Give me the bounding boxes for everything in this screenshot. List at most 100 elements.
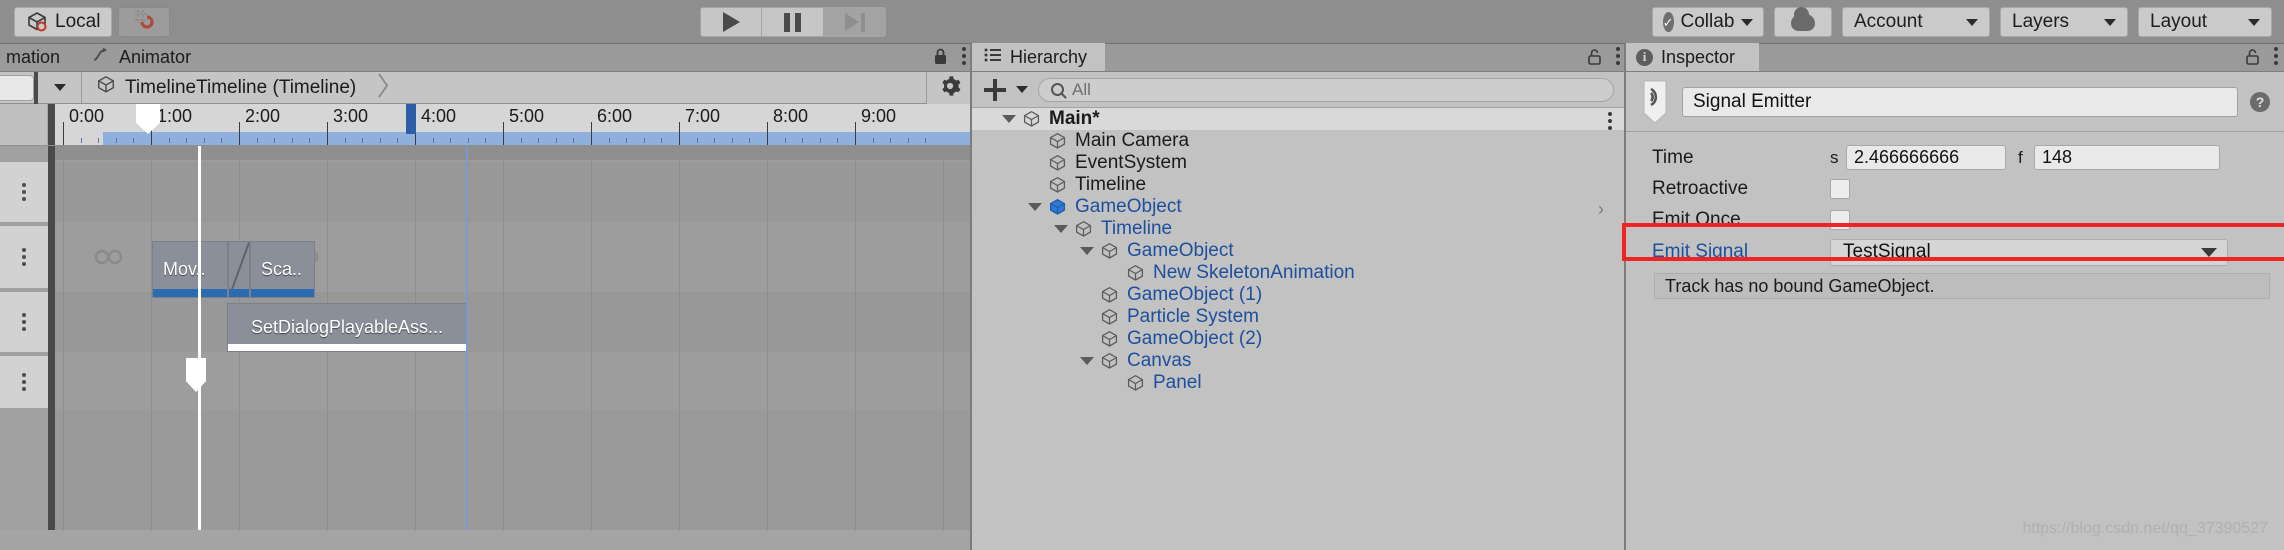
ruler-minor-tick bbox=[731, 138, 733, 143]
ruler-minor-tick bbox=[555, 138, 557, 143]
hierarchy-row[interactable]: Main Camera bbox=[972, 130, 1626, 152]
play-button[interactable] bbox=[700, 7, 762, 37]
inspector-tabbar: i Inspector bbox=[1626, 43, 2284, 72]
hierarchy-row[interactable]: EventSystem bbox=[972, 152, 1626, 174]
playhead-handle[interactable] bbox=[136, 104, 160, 134]
panel-menu-icon[interactable] bbox=[2274, 47, 2278, 65]
breadcrumb-timeline-asset[interactable]: TimelineTimeline (Timeline) bbox=[82, 75, 356, 101]
hierarchy-row[interactable]: Panel bbox=[972, 372, 1626, 394]
track-header[interactable] bbox=[0, 292, 48, 352]
row-menu-icon[interactable] bbox=[1608, 112, 1612, 130]
hierarchy-row[interactable]: Timeline bbox=[972, 174, 1626, 196]
emit-signal-label[interactable]: Emit Signal bbox=[1626, 241, 1830, 263]
hierarchy-row-label: GameObject bbox=[1127, 240, 1234, 261]
hierarchy-tree[interactable]: Main* Main Camera EventSystem Timeline GameO… bbox=[972, 108, 1626, 550]
timeline-ruler[interactable]: 0:00 1:00 2:00 3:00 4:00 5:00 6:00 7:00 8:00 9:00 bbox=[0, 104, 972, 146]
expand-arrow-icon[interactable] bbox=[1080, 247, 1094, 255]
hierarchy-search-input[interactable]: All bbox=[1038, 77, 1614, 102]
timeline-settings-button[interactable] bbox=[926, 72, 972, 104]
time-seconds-input[interactable]: 2.466666666 bbox=[1846, 145, 2006, 170]
ruler-tick-label: 0:00 bbox=[69, 106, 105, 126]
track-rows: Mov.. Sca.. SetDialogPlayableAss... bbox=[55, 146, 972, 530]
hierarchy-row[interactable]: GameObject (1) bbox=[972, 284, 1626, 306]
time-label: Time bbox=[1652, 146, 1694, 168]
timeline-selector-dropdown[interactable] bbox=[38, 71, 82, 104]
track-header[interactable] bbox=[0, 356, 48, 408]
tab-hierarchy[interactable]: Hierarchy bbox=[972, 43, 1106, 71]
lock-icon[interactable] bbox=[2245, 48, 2260, 65]
track-header[interactable] bbox=[0, 226, 48, 288]
layout-button[interactable]: Layout bbox=[2138, 7, 2272, 37]
timeline-clip[interactable]: SetDialogPlayableAss... bbox=[227, 303, 467, 352]
chevron-down-icon[interactable] bbox=[1016, 86, 1028, 93]
account-button[interactable]: Account bbox=[1842, 7, 1990, 37]
tab-inspector[interactable]: i Inspector bbox=[1626, 43, 1760, 71]
help-icon[interactable]: ? bbox=[2250, 91, 2270, 112]
hierarchy-row[interactable]: Particle System bbox=[972, 306, 1626, 328]
expand-arrow-icon[interactable] bbox=[1028, 203, 1042, 211]
ruler-tick-label: 9:00 bbox=[861, 106, 897, 126]
gameobject-icon bbox=[1126, 264, 1145, 283]
pivot-rotation-button[interactable]: Local bbox=[14, 6, 113, 37]
layers-button[interactable]: Layers bbox=[2000, 7, 2128, 37]
timeline-breadcrumb: TimelineTimeline (Timeline) bbox=[0, 71, 972, 104]
ruler-tick-label: 7:00 bbox=[685, 106, 721, 126]
lock-icon[interactable] bbox=[1587, 48, 1602, 65]
ruler-major-tick bbox=[591, 122, 592, 145]
hierarchy-row[interactable]: Canvas bbox=[972, 350, 1626, 372]
retroactive-checkbox[interactable] bbox=[1830, 178, 1850, 199]
timeline-panel: mation Animator TimelineTimeline (Timeli… bbox=[0, 44, 972, 550]
hierarchy-row[interactable]: New SkeletonAnimation bbox=[972, 262, 1626, 284]
hierarchy-row[interactable]: GameObject bbox=[972, 240, 1626, 262]
ruler-minor-tick bbox=[344, 138, 346, 143]
prefab-open-chevron-icon[interactable]: › bbox=[1598, 199, 1604, 220]
timeline-clip[interactable]: Mov.. bbox=[152, 241, 228, 298]
hierarchy-row[interactable]: Timeline bbox=[972, 218, 1626, 240]
timeline-clip[interactable]: Sca.. bbox=[250, 241, 315, 298]
playhead-line[interactable] bbox=[198, 146, 201, 530]
expand-arrow-icon[interactable] bbox=[1002, 115, 1016, 123]
ruler-minor-tick bbox=[784, 138, 786, 143]
playback-controls bbox=[700, 7, 886, 37]
time-frames-input[interactable]: 148 bbox=[2034, 145, 2220, 170]
panel-menu-icon[interactable] bbox=[962, 47, 966, 65]
breadcrumb-label: TimelineTimeline (Timeline) bbox=[125, 76, 357, 98]
retroactive-property-row: Retroactive bbox=[1626, 173, 2284, 204]
timeline-preview-button[interactable] bbox=[0, 74, 34, 101]
lock-icon[interactable] bbox=[933, 48, 948, 65]
tab-animation[interactable]: mation bbox=[0, 43, 76, 71]
ruler-minor-tick bbox=[274, 138, 276, 143]
ruler-blue-marker[interactable] bbox=[406, 104, 416, 134]
step-button[interactable] bbox=[824, 7, 886, 37]
cloud-button[interactable] bbox=[1774, 6, 1832, 37]
add-gameobject-button[interactable] bbox=[984, 78, 1006, 101]
hierarchy-panel: Hierarchy All Main*Main CameraEventSys bbox=[972, 43, 1626, 550]
hierarchy-row[interactable]: GameObject › bbox=[972, 196, 1626, 220]
ruler-major-tick bbox=[503, 122, 504, 145]
tab-animator[interactable]: Animator bbox=[76, 43, 207, 71]
pause-button[interactable] bbox=[762, 7, 824, 37]
collab-label: Collab bbox=[1680, 11, 1735, 32]
ruler-minor-tick bbox=[872, 138, 874, 143]
ruler-major-tick bbox=[239, 122, 240, 145]
snap-toggle-button[interactable] bbox=[118, 6, 171, 37]
hierarchy-row-label: Timeline bbox=[1101, 218, 1173, 239]
panel-menu-icon[interactable] bbox=[1616, 47, 1620, 65]
track-row[interactable] bbox=[55, 162, 972, 222]
ruler-minor-tick bbox=[291, 138, 293, 143]
track-row[interactable] bbox=[55, 292, 972, 352]
track-header[interactable] bbox=[0, 162, 48, 222]
layers-label: Layers bbox=[2012, 11, 2070, 32]
collab-button[interactable]: ✓ Collab bbox=[1652, 7, 1764, 37]
emit-once-checkbox[interactable] bbox=[1830, 209, 1850, 230]
emit-signal-dropdown[interactable]: TestSignal bbox=[1830, 238, 2228, 266]
hierarchy-row[interactable]: Main* bbox=[972, 108, 1626, 130]
timeline-clip-blend[interactable] bbox=[228, 241, 250, 298]
expand-arrow-icon[interactable] bbox=[1054, 225, 1068, 233]
component-name-input[interactable]: Signal Emitter bbox=[1682, 86, 2238, 117]
track-row-empty bbox=[55, 410, 972, 530]
hierarchy-row-label: EventSystem bbox=[1075, 152, 1187, 173]
hierarchy-row[interactable]: GameObject (2) bbox=[972, 328, 1626, 350]
expand-arrow-icon[interactable] bbox=[1080, 357, 1094, 365]
tab-animator-label: Animator bbox=[119, 46, 192, 67]
